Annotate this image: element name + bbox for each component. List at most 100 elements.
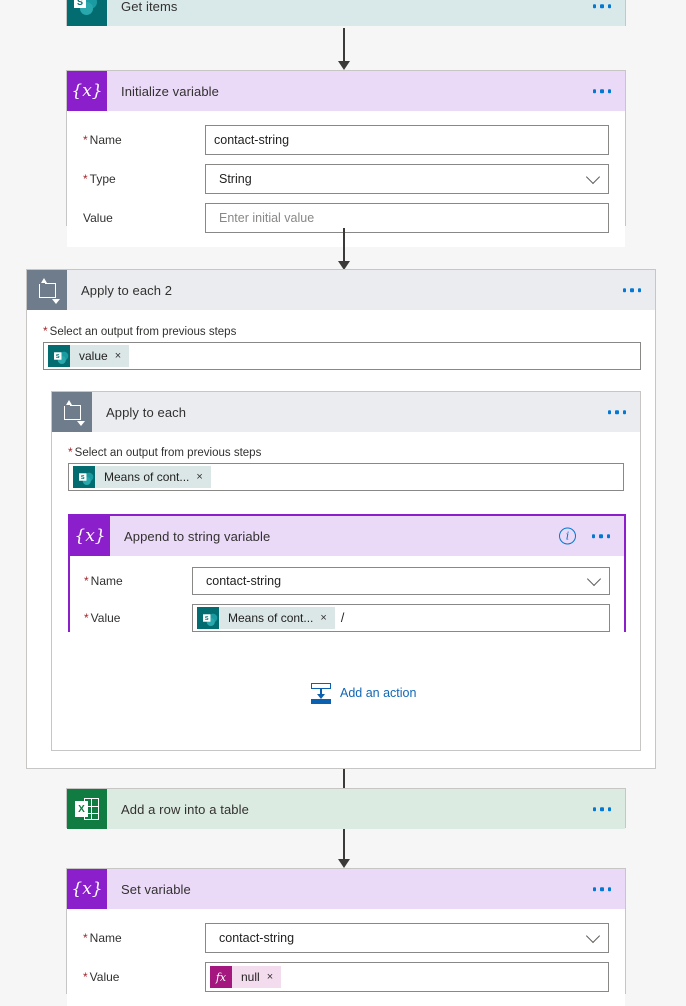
token-label: value [79, 349, 108, 363]
add-an-action-button[interactable]: Add an action [310, 682, 416, 704]
connector-arrow [336, 228, 352, 270]
scope-title: Apply to each 2 [81, 282, 173, 298]
output-selector-input[interactable]: S value × [43, 342, 641, 370]
variable-glyph: {x} [71, 878, 103, 899]
token-remove-icon[interactable]: × [320, 612, 334, 624]
action-card-set-variable[interactable]: {x} Set variable Name contact-string Val… [66, 868, 626, 1006]
token-chip[interactable]: fx null × [210, 966, 282, 988]
variable-icon: {x} [70, 516, 110, 556]
connector-arrow [336, 829, 352, 868]
card-header[interactable]: X Add a row into a table [67, 789, 625, 829]
chevron-down-icon [586, 571, 602, 587]
type-dropdown[interactable]: String [205, 164, 609, 194]
output-field-label: Select an output from previous steps [43, 324, 641, 338]
token-remove-icon[interactable]: × [196, 471, 210, 483]
value-token-input[interactable]: fx null × [205, 962, 609, 992]
token-label: Means of cont... [104, 470, 190, 484]
field-label: Name [83, 133, 205, 147]
action-card-append-to-string-variable[interactable]: {x} Append to string variable i Name con… [68, 514, 626, 644]
token-label: Means of cont... [228, 611, 314, 625]
output-selector-input[interactable]: S Means of cont... × [68, 463, 624, 491]
token-remove-icon[interactable]: × [267, 971, 281, 983]
value-input-placeholder: Enter initial value [219, 211, 315, 225]
token-chip[interactable]: S value × [48, 345, 130, 367]
variable-glyph: {x} [71, 80, 103, 101]
sharepoint-glyph-letter: S [54, 352, 62, 360]
scope-body: Select an output from previous steps S v… [27, 310, 655, 370]
output-field-label: Select an output from previous steps [68, 445, 624, 459]
action-card-get-items[interactable]: S Get items [66, 0, 626, 26]
chevron-down-icon [585, 928, 601, 944]
form-row-type: Type String [83, 164, 609, 194]
card-title: Initialize variable [121, 83, 220, 99]
card-header[interactable]: S Get items [67, 0, 625, 26]
name-input-value: contact-string [214, 133, 290, 147]
variable-icon: {x} [67, 71, 107, 111]
value-token-input[interactable]: S Means of cont... × / [192, 604, 610, 632]
connector-arrow [336, 28, 352, 70]
scope-title: Apply to each [106, 404, 187, 420]
variable-icon: {x} [67, 869, 107, 909]
card-body: Name contact-string Type String Value En… [67, 111, 625, 247]
name-input[interactable]: contact-string [205, 125, 609, 155]
field-label: Type [83, 172, 205, 186]
add-an-action-label: Add an action [340, 686, 417, 700]
value-trailing-text: / [340, 611, 345, 625]
form-row-name: Name contact-string [83, 125, 609, 155]
sharepoint-glyph-letter: S [79, 473, 87, 481]
token-chip[interactable]: S Means of cont... × [73, 466, 211, 488]
token-remove-icon[interactable]: × [115, 350, 129, 362]
scope-menu-button[interactable] [607, 410, 626, 414]
card-menu-button[interactable] [592, 89, 611, 93]
field-label: Value [83, 970, 205, 984]
function-icon: fx [210, 966, 232, 988]
card-header[interactable]: {x} Append to string variable i [70, 516, 624, 556]
token-chip[interactable]: S Means of cont... × [197, 607, 335, 629]
field-label: Name [84, 574, 192, 588]
card-title: Set variable [121, 881, 191, 897]
name-dropdown-value: contact-string [206, 574, 282, 588]
card-header[interactable]: {x} Set variable [67, 869, 625, 909]
name-dropdown[interactable]: contact-string [192, 567, 610, 595]
scope-header[interactable]: Apply to each [52, 392, 640, 432]
card-title: Add a row into a table [121, 801, 249, 817]
loop-icon [27, 270, 67, 310]
name-dropdown-value: contact-string [219, 931, 295, 945]
card-title: Append to string variable [124, 528, 271, 544]
action-card-add-a-row-into-a-table[interactable]: X Add a row into a table [66, 788, 626, 829]
type-dropdown-value: String [219, 172, 252, 186]
value-input[interactable]: Enter initial value [205, 203, 609, 233]
form-row-name: Name contact-string [84, 567, 610, 595]
card-body: Name contact-string Value fx null × [67, 909, 625, 1006]
chevron-down-icon [585, 169, 601, 185]
card-header[interactable]: {x} Initialize variable [67, 71, 625, 111]
scope-header[interactable]: Apply to each 2 [27, 270, 655, 310]
card-menu-button[interactable] [592, 4, 611, 8]
card-menu-button[interactable] [592, 887, 611, 891]
scope-apply-to-each-2[interactable]: Apply to each 2 Select an output from pr… [26, 269, 656, 769]
card-body: Name contact-string Value [70, 556, 624, 644]
insert-below-icon [310, 682, 332, 704]
scope-body: Select an output from previous steps S M… [52, 432, 640, 491]
info-icon[interactable]: i [559, 527, 576, 545]
field-label: Value [84, 611, 192, 625]
form-row-value: Value S Means of cont... × [84, 604, 610, 632]
card-menu-button[interactable] [592, 807, 611, 811]
field-label: Name [83, 931, 205, 945]
excel-icon: X [67, 789, 107, 829]
action-card-initialize-variable[interactable]: {x} Initialize variable Name contact-str… [66, 70, 626, 247]
excel-glyph-letter: X [75, 801, 88, 817]
flow-designer-canvas: S Get items {x} Initialize variable Nam [0, 0, 686, 1006]
token-label: null [241, 970, 260, 984]
scope-menu-button[interactable] [622, 288, 641, 292]
card-menu-button[interactable] [591, 534, 610, 538]
sharepoint-icon: S [67, 0, 107, 26]
field-label: Value [83, 211, 113, 225]
card-title: Get items [121, 0, 178, 14]
name-dropdown[interactable]: contact-string [205, 923, 609, 953]
form-row-value: Value fx null × [83, 962, 609, 992]
sharepoint-icon: S [197, 607, 219, 629]
sharepoint-icon: S [48, 345, 70, 367]
loop-icon [52, 392, 92, 432]
scope-apply-to-each[interactable]: Apply to each Select an output from prev… [51, 391, 641, 751]
